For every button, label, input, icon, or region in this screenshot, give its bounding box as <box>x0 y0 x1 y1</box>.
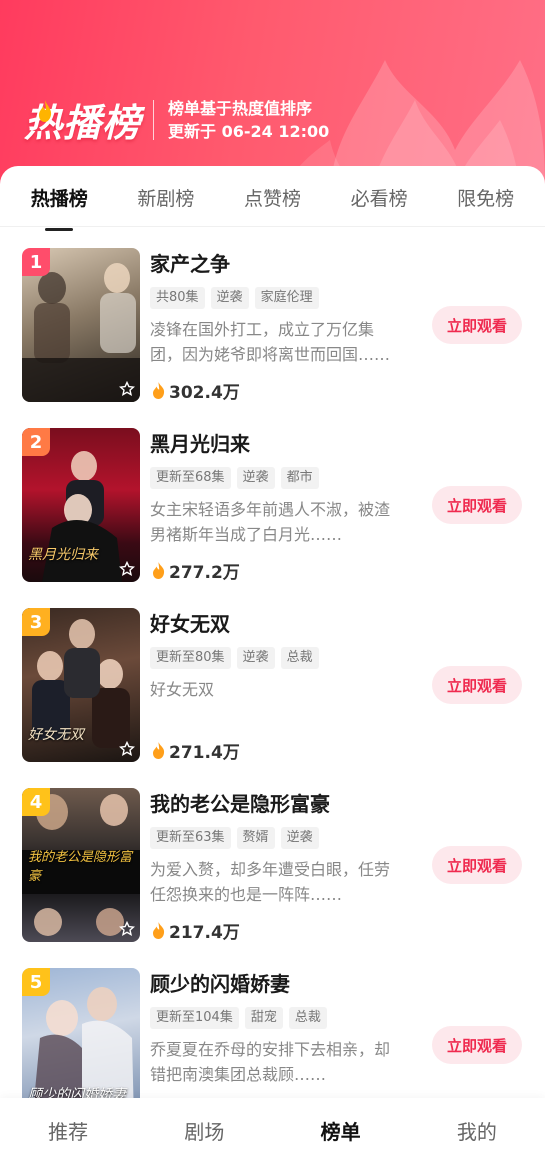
rank-badge: 4 <box>22 788 50 816</box>
item-info: 家产之争 共80集 逆袭 家庭伦理 凌锋在国外打工，成立了万亿集团，因为姥爷即将… <box>150 250 400 403</box>
tag: 甜宠 <box>244 1007 283 1029</box>
watch-now-button[interactable]: 立即观看 <box>432 306 522 344</box>
item-info: 顾少的闪婚娇妻 更新至104集 甜宠 总裁 乔夏夏在乔母的安排下去相亲，却错把南… <box>150 970 400 1087</box>
ranking-tabs-panel: 热播榜 新剧榜 点赞榜 必看榜 限免榜 <box>0 166 545 231</box>
tag: 更新至80集 <box>150 647 231 669</box>
tag: 逆袭 <box>236 467 275 489</box>
poster-image[interactable]: 好女无双 3 <box>22 608 140 762</box>
tab-must-watch[interactable]: 必看榜 <box>329 182 429 211</box>
favorite-star-icon[interactable] <box>119 741 135 757</box>
drama-title[interactable]: 家产之争 <box>150 250 400 278</box>
heat-value: 271.4万 <box>152 738 240 763</box>
drama-description: 好女无双 <box>150 680 215 699</box>
heat-value: 217.4万 <box>152 918 240 943</box>
flame-icon <box>153 922 165 939</box>
nav-recommend[interactable]: 推荐 <box>13 1116 123 1145</box>
nav-theater[interactable]: 剧场 <box>149 1116 259 1145</box>
drama-description: 凌锋在国外打工，成立了万亿集团，因为姥爷即将离世而回国…… <box>150 320 391 364</box>
rank-badge: 1 <box>22 248 50 276</box>
tag: 更新至104集 <box>150 1007 239 1029</box>
item-info: 黑月光归来 更新至68集 逆袭 都市 女主宋轻语多年前遇人不淑，被渣男褚斯年当成… <box>150 430 400 583</box>
tab-active-indicator <box>45 227 74 231</box>
drama-description: 女主宋轻语多年前遇人不淑，被渣男褚斯年当成了白月光…… <box>150 500 391 544</box>
tag: 逆袭 <box>236 647 275 669</box>
list-item[interactable]: 好女无双 3 好女无双 更新至80集 逆袭 总裁 好女无双 271.4万 立即观… <box>0 608 545 788</box>
ranking-tabs: 热播榜 新剧榜 点赞榜 必看榜 限免榜 <box>0 166 545 231</box>
brand-title: 热播榜 <box>24 100 142 145</box>
drama-title[interactable]: 黑月光归来 <box>150 430 400 458</box>
heat-value: 302.4万 <box>152 378 240 403</box>
favorite-star-icon[interactable] <box>119 561 135 577</box>
ranking-list: 1 家产之争 共80集 逆袭 家庭伦理 凌锋在国外打工，成立了万亿集团，因为姥爷… <box>0 248 545 1148</box>
drama-description: 乔夏夏在乔母的安排下去相亲，却错把南澳集团总裁顾…… <box>150 1040 391 1084</box>
flame-icon <box>39 100 52 122</box>
tag: 总裁 <box>280 647 319 669</box>
favorite-star-icon[interactable] <box>119 381 135 397</box>
nav-profile[interactable]: 我的 <box>422 1116 532 1145</box>
rank-badge: 5 <box>22 968 50 996</box>
list-item[interactable]: 我的老公是隐形富豪 4 我的老公是隐形富豪 更新至63集 赘婿 逆袭 为爱入赘，… <box>0 788 545 968</box>
tag: 赘婿 <box>236 827 275 849</box>
list-item[interactable]: 黑月光归来 2 黑月光归来 更新至68集 逆袭 都市 女主宋轻语多年前遇人不淑，… <box>0 428 545 608</box>
tag-list: 更新至80集 逆袭 总裁 <box>150 647 400 669</box>
drama-title[interactable]: 顾少的闪婚娇妻 <box>150 970 400 998</box>
tab-new[interactable]: 新剧榜 <box>116 182 216 211</box>
tag-list: 更新至63集 赘婿 逆袭 <box>150 827 400 849</box>
tab-hot[interactable]: 热播榜 <box>9 182 109 231</box>
drama-title[interactable]: 好女无双 <box>150 610 400 638</box>
flame-icon <box>153 562 165 579</box>
tag: 更新至68集 <box>150 467 231 489</box>
favorite-star-icon[interactable] <box>119 921 135 937</box>
flame-icon <box>153 742 165 759</box>
list-item[interactable]: 1 家产之争 共80集 逆袭 家庭伦理 凌锋在国外打工，成立了万亿集团，因为姥爷… <box>0 248 545 428</box>
item-info: 好女无双 更新至80集 逆袭 总裁 好女无双 271.4万 <box>150 610 400 763</box>
brand-subtitle: 榜单基于热度值排序 更新于 06-24 12:00 <box>168 97 329 143</box>
poster-image[interactable]: 我的老公是隐形富豪 4 <box>22 788 140 942</box>
tag: 逆袭 <box>210 287 249 309</box>
tag: 更新至63集 <box>150 827 231 849</box>
poster-title-art: 我的老公是隐形富豪 <box>28 850 133 884</box>
tab-likes[interactable]: 点赞榜 <box>222 182 322 211</box>
bottom-navigation: 推荐 剧场 榜单 我的 <box>0 1098 545 1163</box>
drama-description: 为爱入赘，却多年遭受白眼，任劳任怨换来的也是一阵阵…… <box>150 860 391 904</box>
item-info: 我的老公是隐形富豪 更新至63集 赘婿 逆袭 为爱入赘，却多年遭受白眼，任劳任怨… <box>150 790 400 943</box>
nav-rankings[interactable]: 榜单 <box>286 1116 396 1145</box>
rank-badge: 3 <box>22 608 50 636</box>
update-time-text: 更新于 06-24 12:00 <box>168 121 330 141</box>
flame-icon <box>153 382 165 399</box>
tag-list: 更新至104集 甜宠 总裁 <box>150 1007 400 1029</box>
tag: 总裁 <box>288 1007 327 1029</box>
tag: 共80集 <box>150 287 205 309</box>
poster-image[interactable]: 黑月光归来 2 <box>22 428 140 582</box>
ranking-basis-text: 榜单基于热度值排序 <box>168 98 313 118</box>
rank-badge: 2 <box>22 428 50 456</box>
drama-title[interactable]: 我的老公是隐形富豪 <box>150 790 400 818</box>
watch-now-button[interactable]: 立即观看 <box>432 1026 522 1064</box>
brand-divider <box>153 99 155 140</box>
tag: 都市 <box>280 467 319 489</box>
poster-image[interactable]: 1 <box>22 248 140 402</box>
tag: 逆袭 <box>280 827 319 849</box>
tabs-divider <box>0 226 545 227</box>
tab-free[interactable]: 限免榜 <box>436 182 536 211</box>
tag-list: 共80集 逆袭 家庭伦理 <box>150 287 400 309</box>
watch-now-button[interactable]: 立即观看 <box>432 666 522 704</box>
brand-area: 热播榜 榜单基于热度值排序 更新于 06-24 12:00 <box>24 92 329 147</box>
watch-now-button[interactable]: 立即观看 <box>432 486 522 524</box>
tag-list: 更新至68集 逆袭 都市 <box>150 467 400 489</box>
watch-now-button[interactable]: 立即观看 <box>432 846 522 884</box>
tag: 家庭伦理 <box>254 287 319 309</box>
heat-value: 277.2万 <box>152 558 240 583</box>
